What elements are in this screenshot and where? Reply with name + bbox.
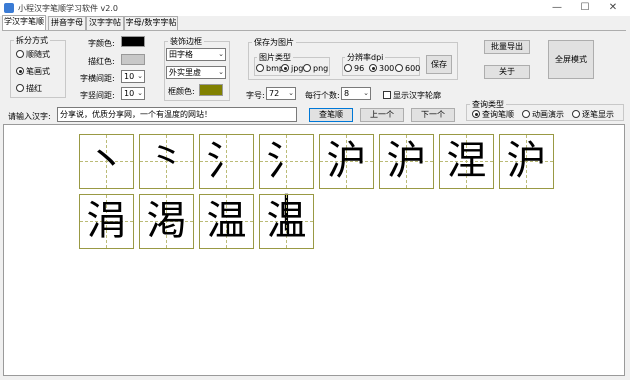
stroke-cell: 氵丨 — [259, 134, 314, 237]
dpi-600[interactable]: 600 — [395, 64, 420, 74]
stroke-cell: 温 — [199, 194, 254, 249]
tab-pinyin[interactable]: 拼音字母 — [48, 16, 86, 30]
next-button[interactable]: 下一个 — [411, 108, 455, 122]
outline-checkbox[interactable]: 显示汉字轮廓 — [383, 90, 441, 101]
char-spacing-label: 字横间距: — [80, 74, 115, 83]
per-row-label: 每行个数: — [305, 91, 340, 100]
stroke-cell: 涅 — [439, 134, 494, 189]
stroke-cell: 沪 — [319, 134, 374, 189]
app-icon — [4, 3, 14, 13]
char-spacing-select[interactable]: 10 ⌄ — [121, 70, 145, 83]
font-color-swatch[interactable] — [121, 36, 145, 47]
stroke-cell: 氵 — [199, 134, 254, 189]
stroke-char: 沪 — [506, 138, 547, 184]
stroke-char: 温 — [266, 198, 307, 244]
trace-color-label: 描红色: — [88, 57, 115, 66]
split-radio-stroke[interactable]: 笔画式 — [16, 67, 50, 77]
input-label: 请输入汉字: — [8, 112, 51, 121]
stroke-char: 沪 — [326, 138, 367, 184]
stroke-cell: 沪 — [379, 134, 434, 189]
window-title: 小程汉字笔顺学习软件 v2.0 — [18, 4, 118, 13]
hanzi-input[interactable]: 分享说，优质分享网，一个有温度的网站！ — [57, 107, 297, 122]
fullscreen-button[interactable]: 全屏模式 — [548, 40, 594, 79]
tab-panel-border — [2, 30, 626, 31]
save-button[interactable]: 保存 — [426, 55, 452, 74]
split-radio-trace[interactable]: 描红 — [16, 84, 42, 94]
stroke-cell: 温 — [259, 194, 314, 249]
font-color-label: 字颜色: — [88, 39, 115, 48]
stroke-char: 渇 — [146, 198, 187, 244]
query-animation[interactable]: 动画演示 — [522, 110, 564, 120]
border-color-label: 框颜色: — [168, 87, 195, 96]
prev-button[interactable]: 上一个 — [360, 108, 404, 122]
border-color-swatch[interactable] — [199, 84, 223, 96]
stroke-cell: 涓 — [79, 194, 134, 249]
trace-color-swatch[interactable] — [121, 54, 145, 65]
stroke-char: 涓 — [86, 198, 127, 244]
stroke-char: 温 — [206, 198, 247, 244]
save-legend: 保存为图片 — [252, 37, 296, 48]
per-row-select[interactable]: 8 ⌄ — [341, 87, 371, 100]
split-radio-sequential[interactable]: 顺随式 — [16, 50, 50, 60]
batch-export-button[interactable]: 批量导出 — [484, 40, 530, 54]
about-button[interactable]: 关于 — [484, 65, 530, 79]
grid-type-select[interactable]: 田字格 ⌄ — [166, 48, 226, 61]
query-button[interactable]: 查笔顺 — [309, 108, 353, 122]
image-type-png[interactable]: png — [303, 64, 328, 74]
stroke-canvas: 丶⺀氵氵丨沪沪涅沪涓渇温温 — [3, 124, 625, 376]
maximize-icon[interactable]: ☐ — [572, 0, 598, 16]
stroke-char: ⺀ — [146, 138, 187, 184]
image-type-bmp[interactable]: bmp — [256, 64, 284, 74]
image-type-jpg[interactable]: jpg — [281, 64, 303, 74]
stroke-char: 氵丨 — [266, 138, 307, 237]
border-legend: 装饰边框 — [168, 36, 204, 47]
query-legend: 查询类型 — [470, 99, 506, 110]
close-icon[interactable]: ✕ — [600, 0, 626, 16]
line-type-select[interactable]: 外实里虚 ⌄ — [166, 66, 226, 79]
stroke-cell: ⺀ — [139, 134, 194, 189]
tab-letter-copybook[interactable]: 字母/数字字帖 — [124, 16, 178, 30]
dpi-300[interactable]: 300 — [369, 64, 394, 74]
stroke-cell: 丶 — [79, 134, 134, 189]
size-select[interactable]: 72 ⌄ — [266, 87, 296, 100]
size-label: 字号: — [246, 91, 265, 100]
minimize-icon[interactable]: — — [544, 0, 570, 16]
line-spacing-select[interactable]: 10 ⌄ — [121, 87, 145, 100]
dpi-96[interactable]: 96 — [344, 64, 364, 74]
stroke-cell: 沪 — [499, 134, 554, 189]
dpi-legend: 分辨率dpi — [345, 52, 386, 63]
image-type-legend: 图片类型 — [257, 52, 293, 63]
split-mode-legend: 拆分方式 — [14, 35, 50, 46]
stroke-char: 沪 — [386, 138, 427, 184]
stroke-cell: 渇 — [139, 194, 194, 249]
tab-copybook[interactable]: 汉字字帖 — [86, 16, 124, 30]
stroke-char: 涅 — [446, 138, 487, 184]
tab-stroke-order[interactable]: 学汉字笔顺 — [2, 15, 46, 30]
stroke-char: 氵 — [206, 138, 247, 184]
query-stroke-order[interactable]: 查询笔顺 — [472, 110, 514, 120]
stroke-char: 丶 — [86, 138, 127, 184]
line-spacing-label: 字竖间距: — [80, 91, 115, 100]
query-step[interactable]: 逐笔显示 — [572, 110, 614, 120]
